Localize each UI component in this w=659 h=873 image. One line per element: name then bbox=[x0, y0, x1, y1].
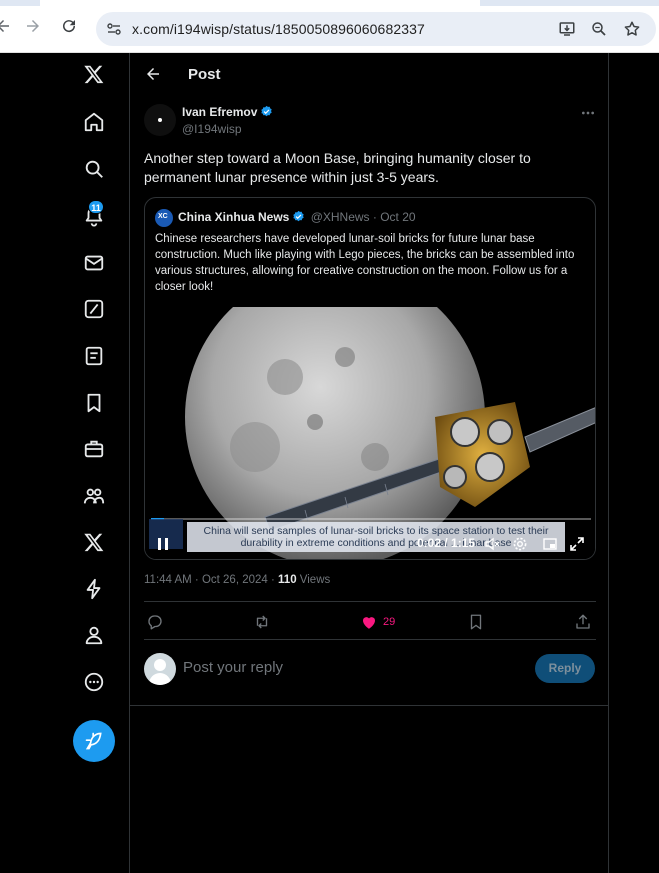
share-icon[interactable] bbox=[574, 613, 592, 631]
post-header: Post bbox=[130, 53, 609, 97]
browser-toolbar: x.com/i194wisp/status/185005089606068233… bbox=[0, 0, 659, 53]
back-arrow-icon[interactable] bbox=[144, 65, 162, 83]
back-arrow-icon[interactable] bbox=[0, 17, 14, 39]
mute-icon[interactable] bbox=[484, 536, 500, 557]
address-bar[interactable]: x.com/i194wisp/status/185005089606068233… bbox=[96, 12, 656, 46]
verified-badge-icon bbox=[261, 105, 273, 117]
page-title: Post bbox=[188, 66, 221, 83]
profile-icon[interactable] bbox=[83, 624, 105, 646]
bookmarks-icon[interactable] bbox=[83, 392, 105, 414]
reply-button[interactable]: Reply bbox=[535, 654, 595, 683]
divider bbox=[144, 639, 596, 640]
verified-orgs-icon[interactable] bbox=[83, 578, 105, 600]
author-handle[interactable]: @I194wisp bbox=[182, 122, 242, 136]
post-time[interactable]: 11:44 AM · Oct 26, 2024 · bbox=[144, 574, 278, 586]
active-tab[interactable] bbox=[40, 0, 480, 6]
zoom-icon[interactable] bbox=[590, 20, 608, 38]
tab-strip bbox=[0, 0, 659, 6]
notification-count-badge: 11 bbox=[88, 200, 104, 214]
video-time: 0:02 / 1:15 bbox=[417, 536, 476, 550]
reply-input[interactable]: Post your reply bbox=[183, 659, 283, 676]
quoted-author-name[interactable]: China Xinhua News bbox=[178, 210, 289, 224]
lists-icon[interactable] bbox=[83, 345, 105, 367]
post-text: Another step toward a Moon Base, bringin… bbox=[144, 150, 531, 185]
more-options-icon[interactable] bbox=[580, 105, 596, 121]
quoted-avatar-logo-text: XC bbox=[158, 213, 168, 220]
picture-in-picture-icon[interactable] bbox=[542, 536, 558, 557]
verified-badge-icon bbox=[293, 210, 305, 222]
pause-icon[interactable] bbox=[155, 536, 171, 557]
video-progress-bar[interactable] bbox=[151, 518, 591, 520]
feather-icon bbox=[85, 732, 102, 750]
explore-icon[interactable] bbox=[83, 158, 105, 180]
reload-icon[interactable] bbox=[58, 17, 80, 39]
like-heart-icon[interactable] bbox=[360, 613, 378, 631]
divider bbox=[130, 705, 609, 706]
views-label: Views bbox=[296, 574, 331, 586]
x-logo-icon[interactable] bbox=[83, 63, 105, 85]
author-name-text[interactable]: Ivan Efremov bbox=[182, 105, 257, 119]
site-settings-icon[interactable] bbox=[106, 21, 122, 37]
quoted-author: China Xinhua News @XHNews · Oct 20 bbox=[178, 210, 416, 224]
like-count[interactable]: 29 bbox=[383, 616, 395, 628]
compose-post-button[interactable] bbox=[73, 720, 115, 762]
premium-icon[interactable] bbox=[83, 531, 105, 553]
home-icon[interactable] bbox=[83, 111, 105, 133]
views-count: 110 bbox=[278, 574, 297, 586]
reply-icon[interactable] bbox=[146, 613, 164, 631]
post-timestamp: 11:44 AM · Oct 26, 2024 · 110 Views bbox=[144, 574, 330, 586]
video-subtitle: China will send samples of lunar-soil br… bbox=[187, 522, 565, 552]
sidebar-nav: 11 bbox=[0, 53, 130, 873]
communities-icon[interactable] bbox=[83, 485, 105, 507]
repost-icon[interactable] bbox=[253, 613, 271, 631]
user-avatar bbox=[144, 653, 176, 685]
avatar[interactable] bbox=[144, 104, 176, 136]
more-icon[interactable] bbox=[83, 671, 105, 693]
forward-arrow-icon[interactable] bbox=[22, 17, 44, 39]
quoted-avatar[interactable]: XC bbox=[155, 209, 173, 227]
url-text[interactable]: x.com/i194wisp/status/185005089606068233… bbox=[132, 21, 425, 37]
post-column: Post Ivan Efremov @I194wisp Another step… bbox=[129, 53, 609, 873]
divider bbox=[144, 601, 596, 602]
bookmark-icon[interactable] bbox=[467, 613, 485, 631]
install-app-icon[interactable] bbox=[558, 20, 576, 38]
grok-icon[interactable] bbox=[83, 298, 105, 320]
fullscreen-icon[interactable] bbox=[569, 536, 585, 557]
video-player[interactable]: China will send samples of lunar-soil br… bbox=[145, 307, 595, 559]
messages-icon[interactable] bbox=[83, 252, 105, 274]
quoted-author-meta: @XHNews · Oct 20 bbox=[310, 210, 416, 224]
bookmark-star-icon[interactable] bbox=[623, 20, 641, 38]
settings-gear-icon[interactable] bbox=[512, 536, 528, 557]
quoted-post-text: Chinese researchers have developed lunar… bbox=[155, 233, 575, 293]
author-name[interactable]: Ivan Efremov bbox=[182, 105, 273, 119]
quoted-post[interactable]: XC China Xinhua News @XHNews · Oct 20 Ch… bbox=[144, 197, 596, 560]
jobs-icon[interactable] bbox=[83, 438, 105, 460]
